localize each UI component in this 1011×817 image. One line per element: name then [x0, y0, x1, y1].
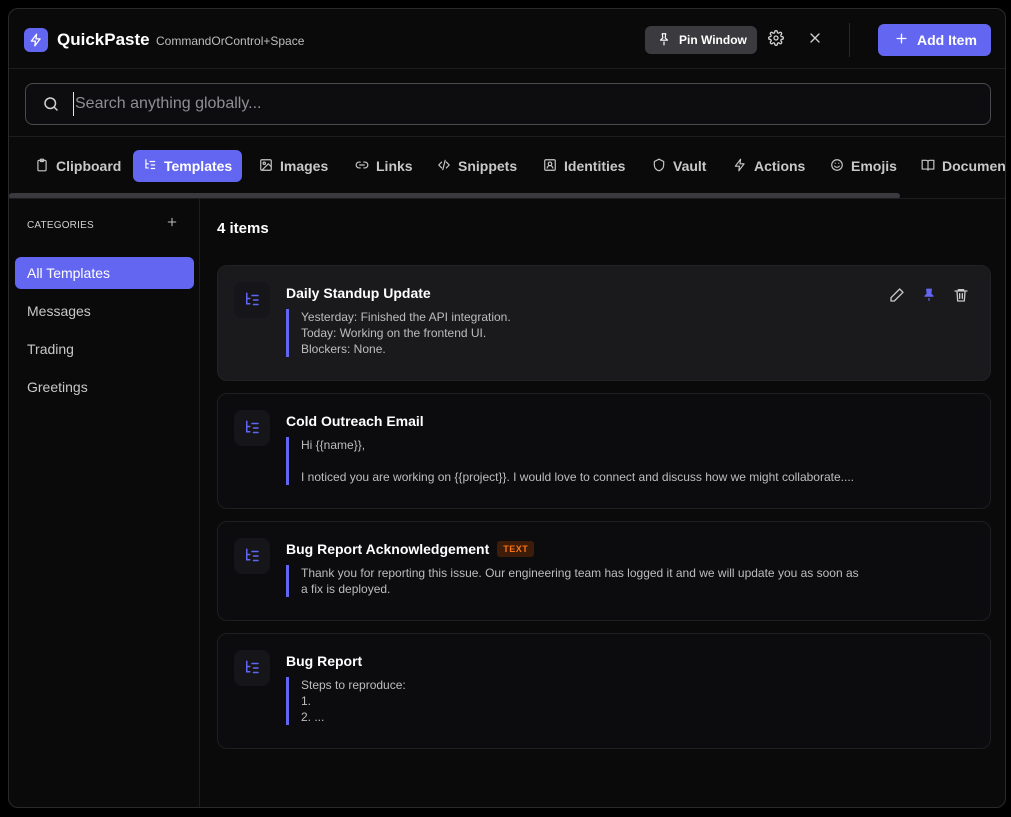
tab-label: Images — [280, 158, 329, 174]
app-title: QuickPaste — [57, 30, 150, 49]
global-shortcut-label: CommandOrControl+Space — [156, 34, 305, 48]
tab-images[interactable]: Images — [249, 150, 338, 182]
template-title: Daily Standup Update — [286, 285, 431, 301]
template-icon — [234, 650, 270, 686]
pin-window-button[interactable]: Pin Window — [645, 26, 757, 54]
template-preview: Yesterday: Finished the API integration.… — [286, 309, 866, 357]
image-icon — [259, 158, 273, 175]
item-count: 4 items — [217, 220, 269, 237]
tab-actions[interactable]: Actions — [723, 150, 815, 182]
tab-templates[interactable]: Templates — [133, 150, 243, 182]
category-tabs: Clipboard Templates Images Links Snippet… — [9, 137, 1005, 199]
link-icon — [355, 158, 369, 175]
template-title: Bug Report — [286, 653, 362, 669]
header-divider — [849, 23, 850, 57]
search-input[interactable] — [73, 92, 973, 116]
tab-identities[interactable]: Identities — [533, 150, 635, 182]
tab-label: Clipboard — [56, 158, 122, 174]
trash-icon[interactable] — [952, 286, 970, 304]
template-icon — [234, 282, 270, 318]
search-box[interactable] — [25, 83, 991, 125]
template-card[interactable]: Bug Report Acknowledgement TEXT Thank yo… — [217, 521, 991, 621]
template-card[interactable]: Cold Outreach Email Hi {{name}}, I notic… — [217, 393, 991, 509]
template-title-text: Daily Standup Update — [286, 285, 431, 301]
tab-emojis[interactable]: Emojis — [820, 150, 907, 182]
pin-window-label: Pin Window — [679, 33, 747, 47]
template-card[interactable]: Bug Report Steps to reproduce: 1. 2. ... — [217, 633, 991, 749]
title-bar: QuickPaste CommandOrControl+Space Pin Wi… — [9, 9, 1005, 69]
template-title-text: Cold Outreach Email — [286, 413, 424, 429]
card-actions — [888, 286, 970, 304]
lightning-logo-icon — [24, 28, 48, 52]
templates-icon — [143, 158, 157, 175]
template-title-text: Bug Report Acknowledgement — [286, 541, 490, 557]
tab-label: Snippets — [458, 158, 518, 174]
tab-label: Emojis — [851, 158, 897, 174]
plus-icon — [895, 32, 908, 48]
templates-list: 4 items Daily Standup Update Yesterday: … — [201, 199, 1005, 807]
add-category-button[interactable] — [165, 216, 179, 230]
category-messages[interactable]: Messages — [15, 295, 194, 327]
tab-label: Templates — [164, 158, 233, 174]
category-greetings[interactable]: Greetings — [15, 371, 194, 403]
tab-links[interactable]: Links — [345, 150, 423, 182]
edit-pencil-icon[interactable] — [888, 286, 906, 304]
tab-label: Links — [376, 158, 413, 174]
book-icon — [921, 158, 935, 175]
close-button[interactable] — [804, 29, 826, 51]
id-card-icon — [543, 158, 557, 175]
tab-label: Identities — [564, 158, 626, 174]
template-card[interactable]: Daily Standup Update Yesterday: Finished… — [217, 265, 991, 381]
template-title: Cold Outreach Email — [286, 413, 424, 429]
template-title: Bug Report Acknowledgement TEXT — [286, 541, 535, 557]
smile-icon — [830, 158, 844, 175]
category-all-templates[interactable]: All Templates — [15, 257, 194, 289]
categories-sidebar: CATEGORIES All Templates Messages Tradin… — [9, 199, 200, 807]
gear-icon — [768, 29, 784, 51]
close-icon — [807, 30, 823, 51]
template-preview: Thank you for reporting this issue. Our … — [286, 565, 866, 597]
tab-clipboard[interactable]: Clipboard — [25, 150, 131, 182]
code-icon — [437, 158, 451, 175]
tab-label: Vault — [673, 158, 707, 174]
template-icon — [234, 410, 270, 446]
template-preview: Steps to reproduce: 1. 2. ... — [286, 677, 866, 725]
tab-snippets[interactable]: Snippets — [427, 150, 527, 182]
categories-heading: CATEGORIES — [27, 220, 94, 231]
add-item-button[interactable]: Add Item — [878, 24, 991, 56]
search-bar — [9, 69, 1005, 137]
bolt-icon — [733, 158, 747, 175]
type-badge: TEXT — [497, 541, 535, 557]
plus-icon — [167, 214, 177, 232]
shield-icon — [652, 158, 666, 175]
tab-vault[interactable]: Vault — [642, 150, 716, 182]
tab-documents[interactable]: Documents — [911, 150, 1005, 182]
clipboard-icon — [35, 158, 49, 175]
tab-label: Actions — [754, 158, 806, 174]
template-title-text: Bug Report — [286, 653, 363, 669]
template-preview: Hi {{name}}, I noticed you are working o… — [286, 437, 866, 485]
settings-button[interactable] — [765, 29, 787, 51]
add-item-label: Add Item — [917, 32, 977, 48]
tab-label: Documents — [942, 158, 1005, 174]
template-icon — [234, 538, 270, 574]
app-window: QuickPaste CommandOrControl+Space Pin Wi… — [8, 8, 1006, 808]
pin-icon[interactable] — [920, 286, 938, 304]
pin-icon — [657, 32, 671, 49]
category-trading[interactable]: Trading — [15, 333, 194, 365]
search-icon — [42, 95, 60, 118]
